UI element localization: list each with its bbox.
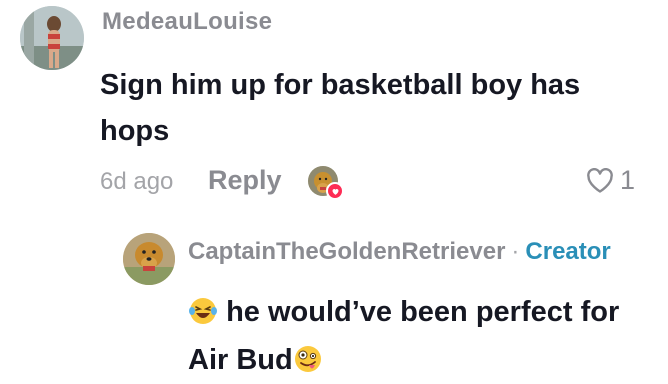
creator-badge: Creator xyxy=(525,238,611,265)
heart-outline-icon xyxy=(587,167,613,193)
reply-button[interactable]: Reply xyxy=(208,165,282,196)
reply-author-username[interactable]: CaptainTheGoldenRetriever xyxy=(188,238,505,266)
like-count: 1 xyxy=(620,165,636,195)
comment-meta-row: 6d ago Reply 1 xyxy=(100,162,660,202)
like-button[interactable]: 1 xyxy=(586,165,635,196)
reply-message: he would’ve been perfect for Air Bud xyxy=(188,296,620,376)
commenter-avatar[interactable] xyxy=(20,6,84,70)
zany-face-emoji-icon xyxy=(294,346,321,372)
reply-author-avatar[interactable] xyxy=(123,233,175,285)
heart-badge-icon xyxy=(326,182,344,200)
reply-header: CaptainTheGoldenRetriever · Creator xyxy=(188,238,611,266)
comment-text: Sign him up for basketball boy has hops xyxy=(100,69,581,147)
liked-by-creator-indicator xyxy=(308,166,344,200)
commenter-username[interactable]: MedeauLouise xyxy=(102,8,272,36)
reply-author-avatar-image xyxy=(123,233,175,285)
laughing-crying-emoji-icon xyxy=(189,298,217,324)
heart-icon xyxy=(332,188,338,195)
reply-text: he would’ve been perfect for Air Bud xyxy=(188,288,658,384)
separator-dot: · xyxy=(511,238,520,265)
commenter-avatar-image xyxy=(20,6,84,70)
comment-timestamp: 6d ago xyxy=(100,168,174,195)
